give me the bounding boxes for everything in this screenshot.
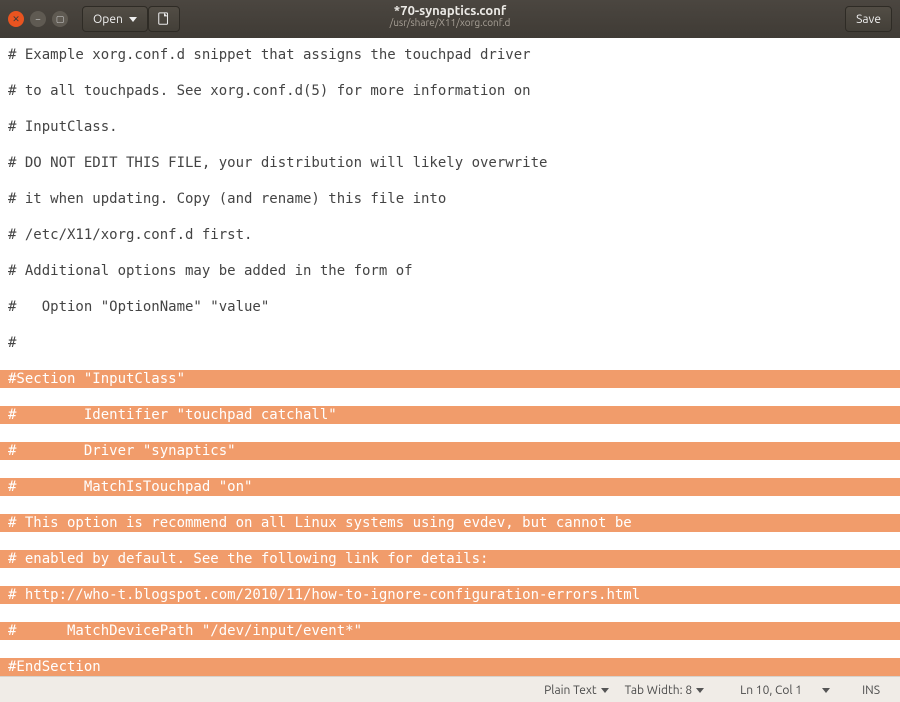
minimize-icon[interactable]: – <box>30 11 46 27</box>
tab-width-selector[interactable]: Tab Width: 8 <box>617 684 712 697</box>
open-button[interactable]: Open <box>82 6 148 32</box>
editor-line-selected[interactable]: #EndSection <box>0 658 900 676</box>
cursor-position-selector[interactable]: Ln 10, Col 1 <box>732 684 838 697</box>
open-button-label: Open <box>93 13 123 26</box>
text-editor[interactable]: # Example xorg.conf.d snippet that assig… <box>0 38 900 676</box>
editor-line[interactable]: # to all touchpads. See xorg.conf.d(5) f… <box>0 82 900 100</box>
editor-line-selected[interactable]: # MatchDevicePath "/dev/input/event*" <box>0 622 900 640</box>
editor-line[interactable]: # it when updating. Copy (and rename) th… <box>0 190 900 208</box>
chevron-down-icon <box>696 688 704 693</box>
editor-line[interactable]: # InputClass. <box>0 118 900 136</box>
editor-line[interactable]: # Additional options may be added in the… <box>0 262 900 280</box>
editor-line-selected[interactable]: # Driver "synaptics" <box>0 442 900 460</box>
new-document-icon <box>157 12 171 26</box>
highlight-mode-label: Plain Text <box>544 684 597 697</box>
chevron-down-icon <box>822 688 830 693</box>
statusbar: Plain Text Tab Width: 8 Ln 10, Col 1 INS <box>0 676 900 702</box>
editor-line-selected[interactable]: # MatchIsTouchpad "on" <box>0 478 900 496</box>
maximize-icon[interactable]: ▢ <box>52 11 68 27</box>
editor-line[interactable]: # Example xorg.conf.d snippet that assig… <box>0 46 900 64</box>
editor-line-selected[interactable]: # http://who-t.blogspot.com/2010/11/how-… <box>0 586 900 604</box>
chevron-down-icon <box>129 17 137 22</box>
tab-width-label: Tab Width: 8 <box>625 684 692 697</box>
editor-line-selected[interactable]: #Section "InputClass" <box>0 370 900 388</box>
insert-mode-indicator[interactable]: INS <box>838 684 888 697</box>
highlight-mode-selector[interactable]: Plain Text <box>536 684 617 697</box>
close-icon[interactable]: ✕ <box>8 11 24 27</box>
editor-line[interactable]: # Option "OptionName" "value" <box>0 298 900 316</box>
editor-line[interactable]: # /etc/X11/xorg.conf.d first. <box>0 226 900 244</box>
editor-line-selected[interactable]: # enabled by default. See the following … <box>0 550 900 568</box>
editor-line[interactable]: # DO NOT EDIT THIS FILE, your distributi… <box>0 154 900 172</box>
save-button[interactable]: Save <box>845 6 892 32</box>
editor-line-selected[interactable]: # This option is recommend on all Linux … <box>0 514 900 532</box>
new-document-button[interactable] <box>148 6 180 32</box>
titlebar: ✕ – ▢ Open *70-synaptics.conf /usr/share… <box>0 0 900 38</box>
cursor-position-label: Ln 10, Col 1 <box>740 684 802 697</box>
window-controls: ✕ – ▢ <box>8 11 68 27</box>
editor-line[interactable]: # <box>0 334 900 352</box>
save-button-label: Save <box>856 13 881 26</box>
editor-line-selected[interactable]: # Identifier "touchpad catchall" <box>0 406 900 424</box>
chevron-down-icon <box>601 688 609 693</box>
insert-mode-label: INS <box>862 684 880 697</box>
